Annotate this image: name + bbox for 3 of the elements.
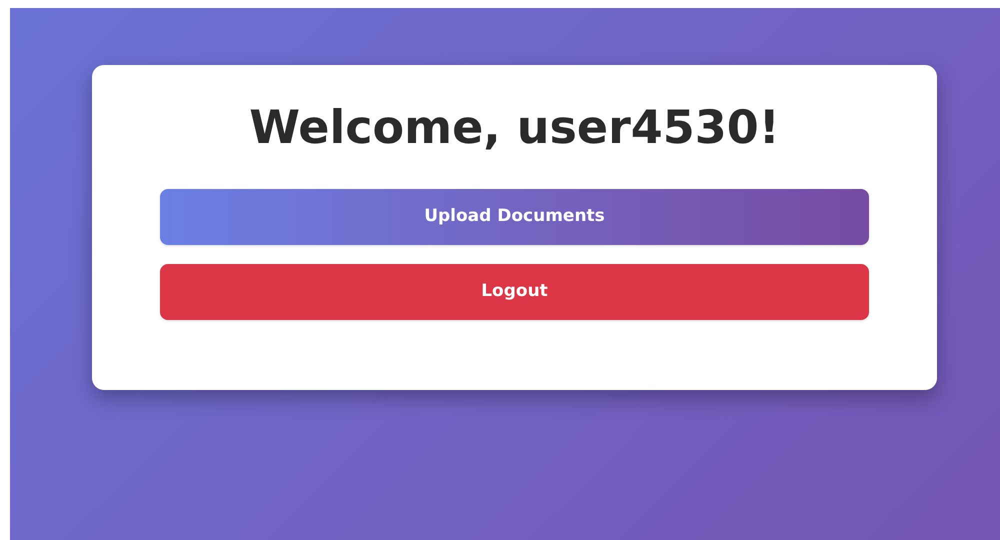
upload-button[interactable]: Upload Documents [160,188,869,244]
logout-button[interactable]: Logout [160,264,869,320]
welcome-heading: Welcome, user4530! [249,99,780,156]
